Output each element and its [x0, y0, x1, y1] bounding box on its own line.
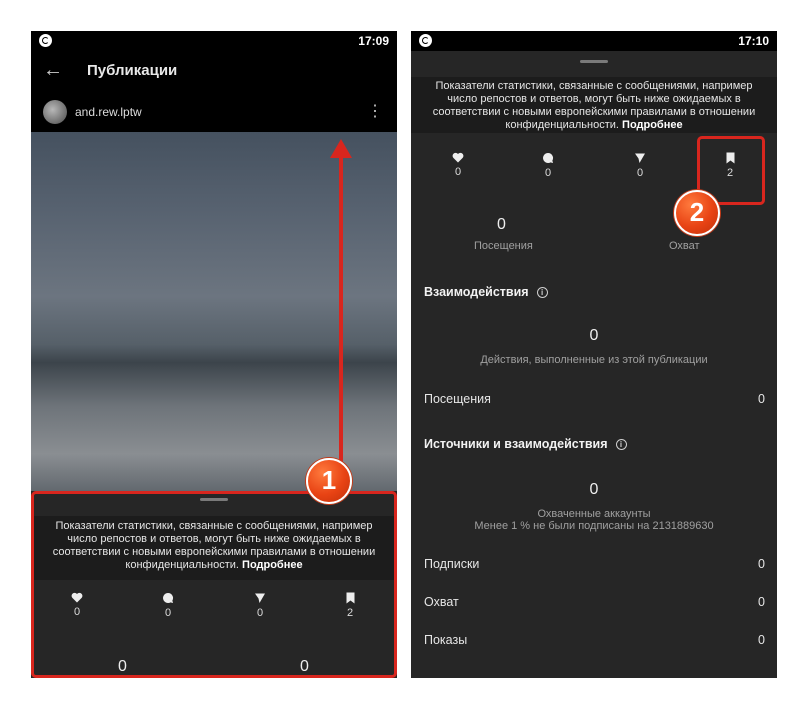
- notification-icon: [419, 34, 432, 47]
- row-value: 0: [758, 392, 765, 406]
- send-icon: [635, 153, 645, 163]
- interactions-heading: Взаимодействия i: [424, 285, 548, 299]
- learn-more-link[interactable]: Подробнее: [622, 119, 683, 131]
- interactions-caption: Действия, выполненные из этой публикации: [480, 354, 708, 366]
- privacy-notice: Показатели статистики, связанные с сообщ…: [411, 77, 777, 133]
- sources-subcaption: Менее 1 % не были подписаны на 213188963…: [474, 520, 714, 532]
- visits-value: 0: [497, 216, 506, 233]
- sources-caption: Охваченные аккаунты: [537, 508, 651, 520]
- row-label: Показы: [424, 633, 468, 647]
- row-label: Посещения: [424, 392, 491, 406]
- sources-row-follows: Подписки 0: [424, 557, 765, 571]
- shares-value: 0: [636, 167, 644, 179]
- sources-row-reach: Охват 0: [424, 595, 765, 609]
- shares-metric: 0: [620, 152, 660, 179]
- visits-label: Посещения: [474, 240, 533, 252]
- sources-value: 0: [589, 481, 599, 498]
- status-time: 17:10: [738, 34, 769, 48]
- row-value: 0: [758, 633, 765, 647]
- step-badge-2: 2: [674, 190, 720, 236]
- right-screen: 17:10 Показатели статистики, связанные с…: [411, 31, 777, 678]
- interactions-row-visits: Посещения 0: [424, 392, 765, 406]
- row-value: 0: [758, 557, 765, 571]
- reach-label: Охват: [669, 240, 700, 252]
- comments-metric: 0: [528, 152, 568, 179]
- info-icon[interactable]: i: [615, 439, 627, 451]
- sources-row-impressions: Показы 0: [424, 633, 765, 647]
- row-label: Охват: [424, 595, 459, 609]
- likes-value: 0: [454, 166, 462, 178]
- row-value: 0: [758, 595, 765, 609]
- comments-value: 0: [544, 167, 552, 179]
- heart-icon: [452, 152, 464, 163]
- interactions-value: 0: [589, 327, 599, 344]
- sheet-top: [411, 51, 777, 77]
- sources-heading: Источники и взаимодействия i: [424, 437, 627, 451]
- status-bar: 17:10: [411, 31, 777, 51]
- row-label: Подписки: [424, 557, 480, 571]
- comment-icon: [543, 152, 554, 163]
- notice-text: Показатели статистики, связанные с сообщ…: [432, 80, 756, 131]
- interactions-title: Взаимодействия: [424, 285, 529, 299]
- drag-handle[interactable]: [580, 60, 608, 63]
- sources-title: Источники и взаимодействия: [424, 437, 608, 451]
- likes-metric: 0: [438, 152, 478, 178]
- highlight-box-sheet: [31, 491, 397, 678]
- step-badge-1: 1: [306, 458, 352, 504]
- info-icon[interactable]: i: [536, 287, 548, 299]
